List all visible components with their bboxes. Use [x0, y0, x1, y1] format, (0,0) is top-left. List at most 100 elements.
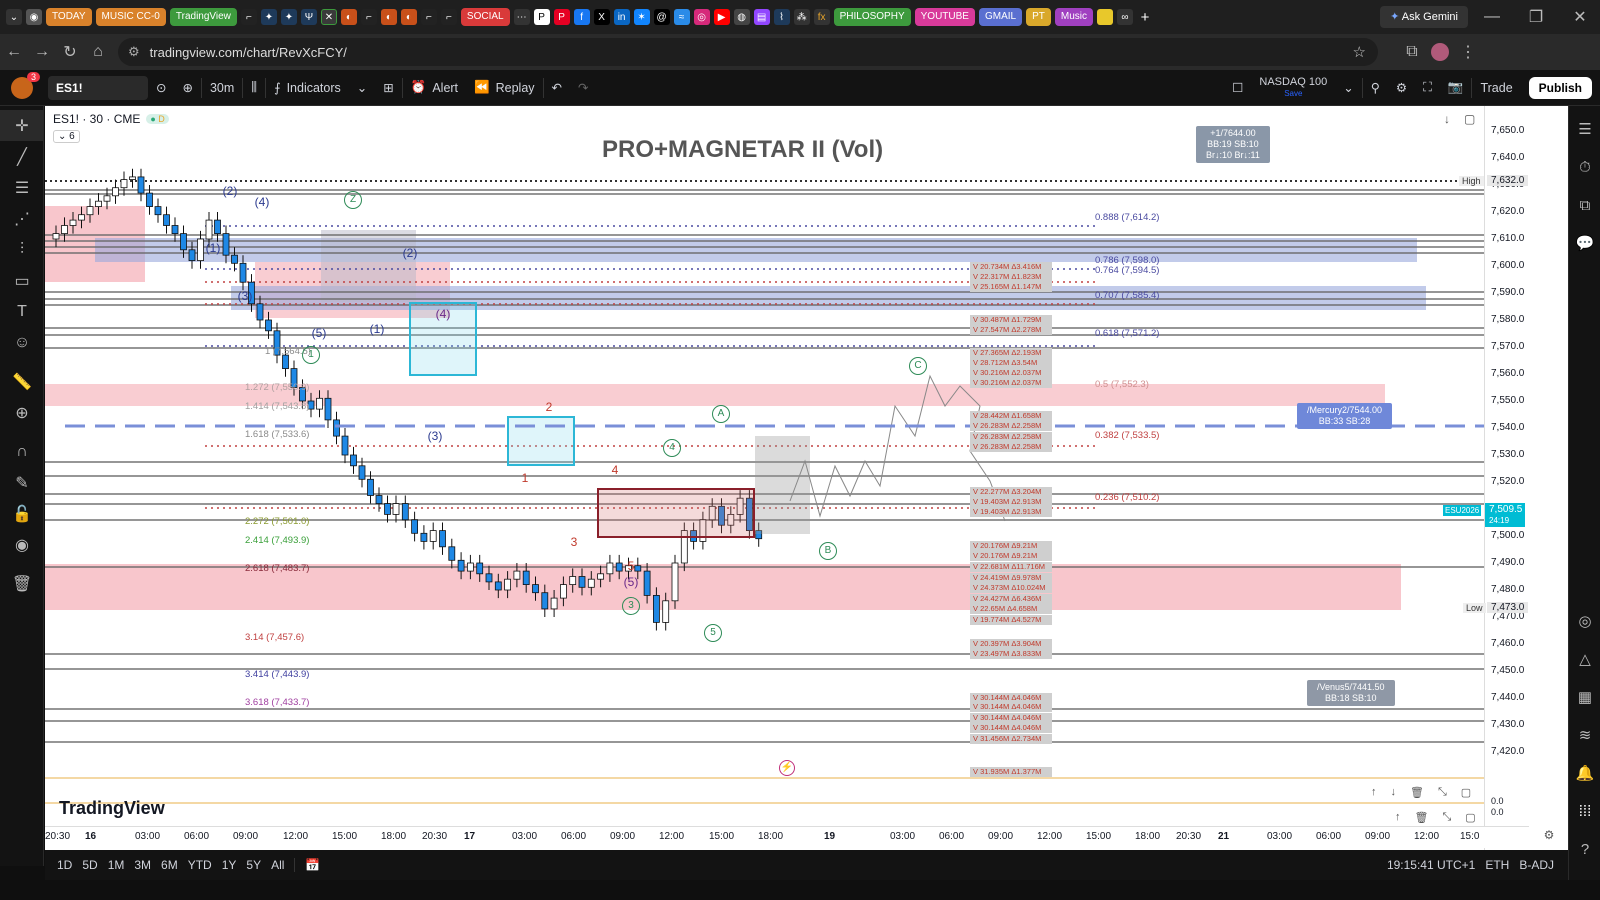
tab-favicon-icon[interactable]: ◐	[380, 9, 397, 25]
x-icon[interactable]: X	[593, 9, 610, 25]
settings-gear-icon[interactable]: ⚙	[1388, 70, 1415, 106]
ask-gemini-button[interactable]: ✦ Ask Gemini	[1380, 6, 1468, 28]
zoom-in-icon[interactable]: ⊕	[0, 397, 44, 428]
tab-favicon-icon[interactable]: ✦	[280, 9, 297, 25]
range-6m[interactable]: 6M	[161, 858, 178, 872]
tab-favicon-icon[interactable]: P	[533, 9, 550, 25]
collapse-icon[interactable]: ⤡	[1442, 811, 1451, 824]
range-ytd[interactable]: YTD	[188, 858, 212, 872]
tab-group-gmail[interactable]: GMAIL	[978, 8, 1023, 26]
linkedin-icon[interactable]: in	[613, 9, 630, 25]
maximize-icon[interactable]: ▢	[1464, 112, 1475, 126]
goto-date-icon[interactable]: 📅	[294, 858, 320, 872]
ruler-icon[interactable]: 📏	[0, 366, 44, 397]
move-up-icon[interactable]: ↑	[1371, 786, 1377, 799]
range-1m[interactable]: 1M	[108, 858, 125, 872]
tv-tab-icon[interactable]: ⌐	[420, 9, 437, 25]
tv-tab-icon[interactable]: ⌐	[360, 9, 377, 25]
chart-pane[interactable]: ES1! · 30 · CME ● D ⌄ 6 PRO+MAGNETAR II …	[45, 106, 1529, 850]
compare-symbol-select[interactable]: NASDAQ 100 Save	[1251, 70, 1335, 106]
range-5y[interactable]: 5Y	[246, 858, 261, 872]
trend-line-icon[interactable]: ╱	[0, 141, 44, 172]
compare-checkbox-icon[interactable]: ☐	[1224, 70, 1251, 106]
home-icon[interactable]: ⌂	[84, 38, 112, 66]
maximize-icon[interactable]: ▢	[1461, 786, 1471, 799]
calendar-icon[interactable]: ▦	[1569, 678, 1600, 716]
layouts-icon[interactable]: ⊞	[375, 70, 401, 106]
stream-icon[interactable]: ≋	[1569, 716, 1600, 754]
tab-favicon-icon[interactable]	[1097, 9, 1113, 25]
chevron-down-icon[interactable]: ⌄	[1335, 70, 1361, 106]
move-up-icon[interactable]: ↑	[1395, 811, 1401, 824]
threads-icon[interactable]: @	[653, 9, 670, 25]
compare-add-icon[interactable]: ⊕	[174, 70, 200, 106]
quick-search-icon[interactable]: ⚲	[1363, 70, 1388, 106]
range-1y[interactable]: 1Y	[222, 858, 237, 872]
browser-menu-icon[interactable]: ⋮	[1454, 38, 1482, 66]
delete-pane-icon[interactable]: 🗑	[1415, 811, 1429, 824]
publish-button[interactable]: Publish	[1528, 76, 1592, 99]
tab-favicon-icon[interactable]: ⋯	[513, 9, 530, 25]
tab-favicon-icon[interactable]: ∞	[1117, 9, 1133, 25]
adjustment-toggle[interactable]: B-ADJ	[1519, 858, 1554, 872]
tv-tab-icon[interactable]: ⌐	[240, 9, 257, 25]
user-avatar[interactable]: 3	[0, 70, 44, 106]
address-bar[interactable]: ⚙ tradingview.com/chart/RevXcFCY/ ☆	[118, 38, 1378, 66]
restore-icon[interactable]: ❐	[1516, 3, 1556, 31]
collapse-icon[interactable]: ⤡	[1438, 786, 1447, 799]
fib-retracement-icon[interactable]: ☰	[0, 172, 44, 203]
lock-drawing-pencil-icon[interactable]: ✎	[0, 467, 44, 498]
undo-icon[interactable]: ↶	[544, 70, 570, 106]
active-tab-close-icon[interactable]: ✕	[320, 9, 337, 25]
prediction-icon[interactable]: ⫶	[0, 234, 44, 265]
apps-grid-icon[interactable]: ⁞⁞⁞	[1569, 792, 1600, 830]
chart-canvas[interactable]	[45, 106, 1529, 850]
minimize-icon[interactable]: —	[1472, 3, 1512, 31]
trade-button[interactable]: Trade	[1472, 70, 1520, 106]
pane-controls[interactable]: ↑ 🗑 ⤡ ▢	[1395, 811, 1476, 824]
bluesky-icon[interactable]: ✶	[633, 9, 650, 25]
trash-icon[interactable]: 🗑	[0, 568, 44, 599]
indicators-button[interactable]: ⨍ Indicators ⌄	[266, 70, 375, 106]
text-tool-icon[interactable]: T	[0, 296, 44, 327]
notifications-bell-icon[interactable]: 🔔	[1569, 754, 1600, 792]
lock-icon[interactable]: 🔓	[0, 498, 44, 529]
time-axis[interactable]: 20:30 16 03:00 06:00 09:00 12:00 15:00 18:00 20:…	[45, 826, 1529, 848]
help-icon[interactable]: ?	[1569, 830, 1600, 868]
back-icon[interactable]: ←	[0, 38, 28, 66]
watchlist-icon[interactable]: ☰	[1569, 110, 1600, 148]
eye-icon[interactable]: ◉	[0, 529, 44, 560]
replay-button[interactable]: ⏪ Replay	[466, 70, 543, 106]
tab-favicon-icon[interactable]: ≈	[673, 9, 690, 25]
symbol-legend[interactable]: ES1! · 30 · CME ● D	[53, 112, 169, 126]
delete-pane-icon[interactable]: 🗑	[1410, 786, 1424, 799]
price-scale[interactable]: 7,650.07,640.07,630.07,620.07,610.07,600…	[1443, 106, 1568, 850]
range-5d[interactable]: 5D	[82, 858, 97, 872]
alert-button[interactable]: ⏰ Alert	[403, 70, 466, 106]
redo-icon[interactable]: ↷	[570, 70, 596, 106]
target-icon[interactable]: ◎	[1569, 602, 1600, 640]
interval-button[interactable]: 30m	[202, 70, 242, 106]
tab-favicon-icon[interactable]: ⁂	[793, 9, 810, 25]
emoji-icon[interactable]: ☺	[0, 327, 44, 358]
youtube-icon[interactable]: ▶	[713, 9, 730, 25]
tab-favicon-icon[interactable]: Ψ	[300, 9, 317, 25]
move-down-icon[interactable]: ↓	[1391, 786, 1397, 799]
tv-tab-icon[interactable]: ⌐	[440, 9, 457, 25]
tab-search-icon[interactable]: ⌄	[6, 9, 22, 25]
pane-controls[interactable]: ↑ ↓ 🗑 ⤡ ▢	[1371, 786, 1471, 799]
tab-group-youtube[interactable]: YOUTUBE	[914, 8, 975, 26]
profile-avatar[interactable]	[1426, 38, 1454, 66]
tab-favicon-icon[interactable]: ◐	[340, 9, 357, 25]
clock-display[interactable]: 19:15:41 UTC+1	[1387, 858, 1475, 872]
pattern-icon[interactable]: ⋰	[0, 203, 44, 234]
magnet-icon[interactable]: ∩	[0, 436, 44, 467]
reload-icon[interactable]: ↻	[56, 38, 84, 66]
tab-favicon-icon[interactable]: ✦	[260, 9, 277, 25]
geometric-shapes-icon[interactable]: ▭	[0, 265, 44, 296]
forward-icon[interactable]: →	[28, 38, 56, 66]
lightning-icon[interactable]: ⚡	[779, 760, 795, 776]
legend-collapse-button[interactable]: ⌄ 6	[53, 130, 80, 143]
close-window-icon[interactable]: ✕	[1560, 3, 1600, 31]
tab-group-today[interactable]: TODAY	[46, 8, 92, 26]
